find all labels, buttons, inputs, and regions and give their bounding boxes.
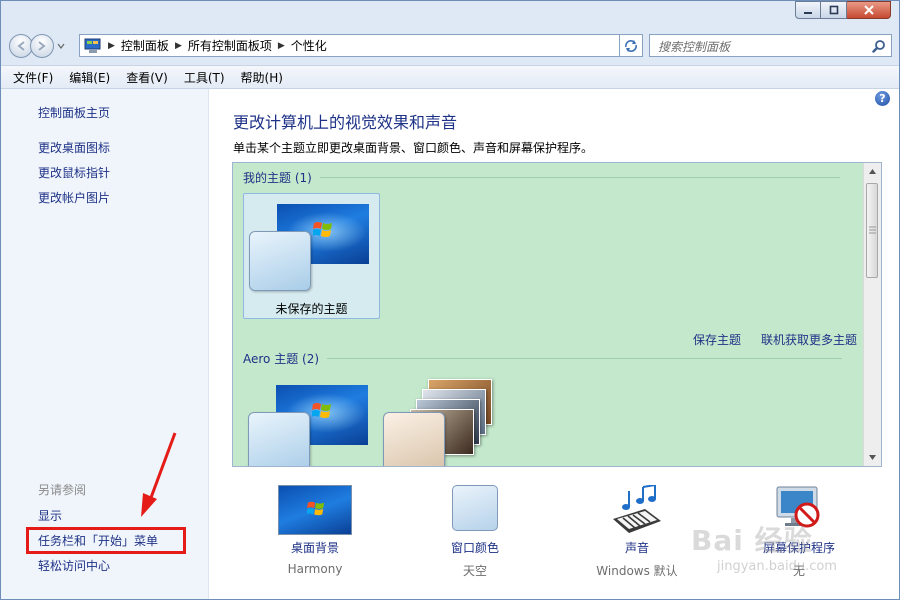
theme-window-preview (383, 412, 445, 466)
menu-view[interactable]: 查看(V) (126, 69, 168, 86)
group-divider (327, 358, 843, 359)
window: ▶ 控制面板 ▶ 所有控制面板项 ▶ 个性化 文件(F) 编辑(E) 查看(V)… (0, 0, 900, 600)
watermark-url: jingyan.baidu.com (717, 559, 837, 574)
setting-value: 天空 (462, 564, 487, 578)
breadcrumb-separator-icon: ▶ (277, 40, 285, 51)
menu-tools[interactable]: 工具(T) (184, 69, 225, 86)
desktop-background-icon (278, 485, 352, 535)
theme-window-preview (248, 412, 310, 466)
menu-file[interactable]: 文件(F) (13, 69, 53, 86)
address-bar[interactable]: ▶ 控制面板 ▶ 所有控制面板项 ▶ 个性化 (79, 34, 641, 57)
search-icon[interactable] (872, 39, 886, 53)
aero-themes-header-label: Aero 主题 (2) (243, 352, 320, 366)
breadcrumb-all-items[interactable]: 所有控制面板项 (188, 37, 272, 54)
my-themes-header-label: 我的主题 (1) (243, 171, 312, 185)
maximize-icon (829, 5, 838, 15)
ease-of-access-center-link[interactable]: 轻松访问中心 (38, 557, 110, 574)
sounds-icon (613, 485, 661, 533)
setting-window-color[interactable]: 窗口颜色 天空 (405, 485, 545, 578)
windows-logo-icon (307, 501, 325, 516)
breadcrumb-separator-icon: ▶ (174, 40, 182, 51)
get-more-themes-link[interactable]: 联机获取更多主题 (761, 331, 857, 348)
breadcrumb-separator-icon: ▶ (108, 40, 115, 51)
menu-help[interactable]: 帮助(H) (241, 69, 283, 86)
control-panel-icon (84, 38, 101, 53)
annotation-highlight-box (26, 527, 186, 554)
change-desktop-icons-link[interactable]: 更改桌面图标 (38, 139, 110, 156)
setting-label: 声音 (624, 541, 649, 555)
window-color-icon (452, 485, 498, 531)
refresh-icon (625, 39, 637, 52)
setting-label: 窗口颜色 (450, 541, 499, 555)
search-box (649, 34, 892, 57)
help-icon[interactable]: ? (875, 91, 890, 106)
my-themes-header: 我的主题 (1) (243, 169, 840, 186)
change-mouse-pointers-link[interactable]: 更改鼠标指针 (38, 164, 110, 181)
scroll-up-button[interactable] (864, 163, 881, 180)
setting-desktop-background[interactable]: 桌面背景 Harmony (245, 485, 385, 576)
setting-value: Windows 默认 (596, 564, 678, 578)
recent-pages-dropdown-icon[interactable] (57, 42, 65, 50)
display-link[interactable]: 显示 (38, 507, 62, 524)
breadcrumb-control-panel[interactable]: 控制面板 (121, 37, 169, 54)
theme-windows-7[interactable] (243, 375, 380, 466)
left-task-pane: 控制面板主页 更改桌面图标 更改鼠标指针 更改帐户图片 另请参阅 显示 任务栏和… (1, 89, 209, 599)
group-divider (319, 177, 840, 178)
minimize-button[interactable] (795, 1, 821, 19)
menu-bar: 文件(F) 编辑(E) 查看(V) 工具(T) 帮助(H) (1, 65, 899, 89)
scroll-up-icon (869, 169, 876, 174)
navigation-buttons (9, 34, 65, 58)
aero-themes-header: Aero 主题 (2) (243, 350, 843, 367)
menu-edit[interactable]: 编辑(E) (69, 69, 110, 86)
theme-gallery: 我的主题 (1) 未保存的主题 保存主题 联机获取更多主题 Aero 主题 (2… (232, 162, 882, 467)
forward-button[interactable] (30, 34, 54, 58)
close-icon (863, 5, 874, 15)
see-also-label: 另请参阅 (38, 483, 87, 497)
annotation-arrow-icon (141, 432, 177, 517)
theme-window-preview (249, 231, 311, 291)
setting-value: Harmony (287, 562, 343, 576)
maximize-button[interactable] (821, 1, 847, 19)
back-arrow-icon (17, 41, 25, 51)
refresh-button[interactable] (619, 34, 643, 57)
grip-icon (869, 226, 876, 234)
scroll-down-icon (869, 455, 876, 460)
setting-label: 桌面背景 (290, 541, 339, 555)
save-theme-link[interactable]: 保存主题 (693, 331, 741, 348)
close-button[interactable] (847, 1, 891, 19)
forward-arrow-icon (38, 41, 46, 51)
theme-unsaved[interactable]: 未保存的主题 (243, 193, 380, 319)
theme-name: 未保存的主题 (275, 302, 348, 316)
scrollbar-thumb[interactable] (866, 183, 878, 278)
setting-sounds[interactable]: 声音 Windows 默认 (567, 485, 707, 578)
breadcrumb-personalization[interactable]: 个性化 (291, 37, 327, 54)
page-description: 单击某个主题立即更改桌面背景、窗口颜色、声音和屏幕保护程序。 (233, 141, 594, 155)
page-title: 更改计算机上的视觉效果和声音 (233, 113, 458, 132)
change-account-picture-link[interactable]: 更改帐户图片 (38, 189, 110, 206)
gallery-links: 保存主题 联机获取更多主题 (673, 331, 857, 348)
minimize-icon (804, 12, 812, 14)
windows-logo-icon (313, 222, 332, 237)
caption-buttons (795, 1, 891, 19)
windows-logo-icon (312, 403, 331, 418)
theme-architecture[interactable] (378, 375, 508, 466)
control-panel-home-link[interactable]: 控制面板主页 (38, 104, 110, 121)
watermark-logo: Bai 经验 (691, 524, 813, 557)
scroll-down-button[interactable] (864, 449, 881, 466)
gallery-scrollbar[interactable] (863, 163, 881, 466)
search-input[interactable] (656, 37, 860, 56)
